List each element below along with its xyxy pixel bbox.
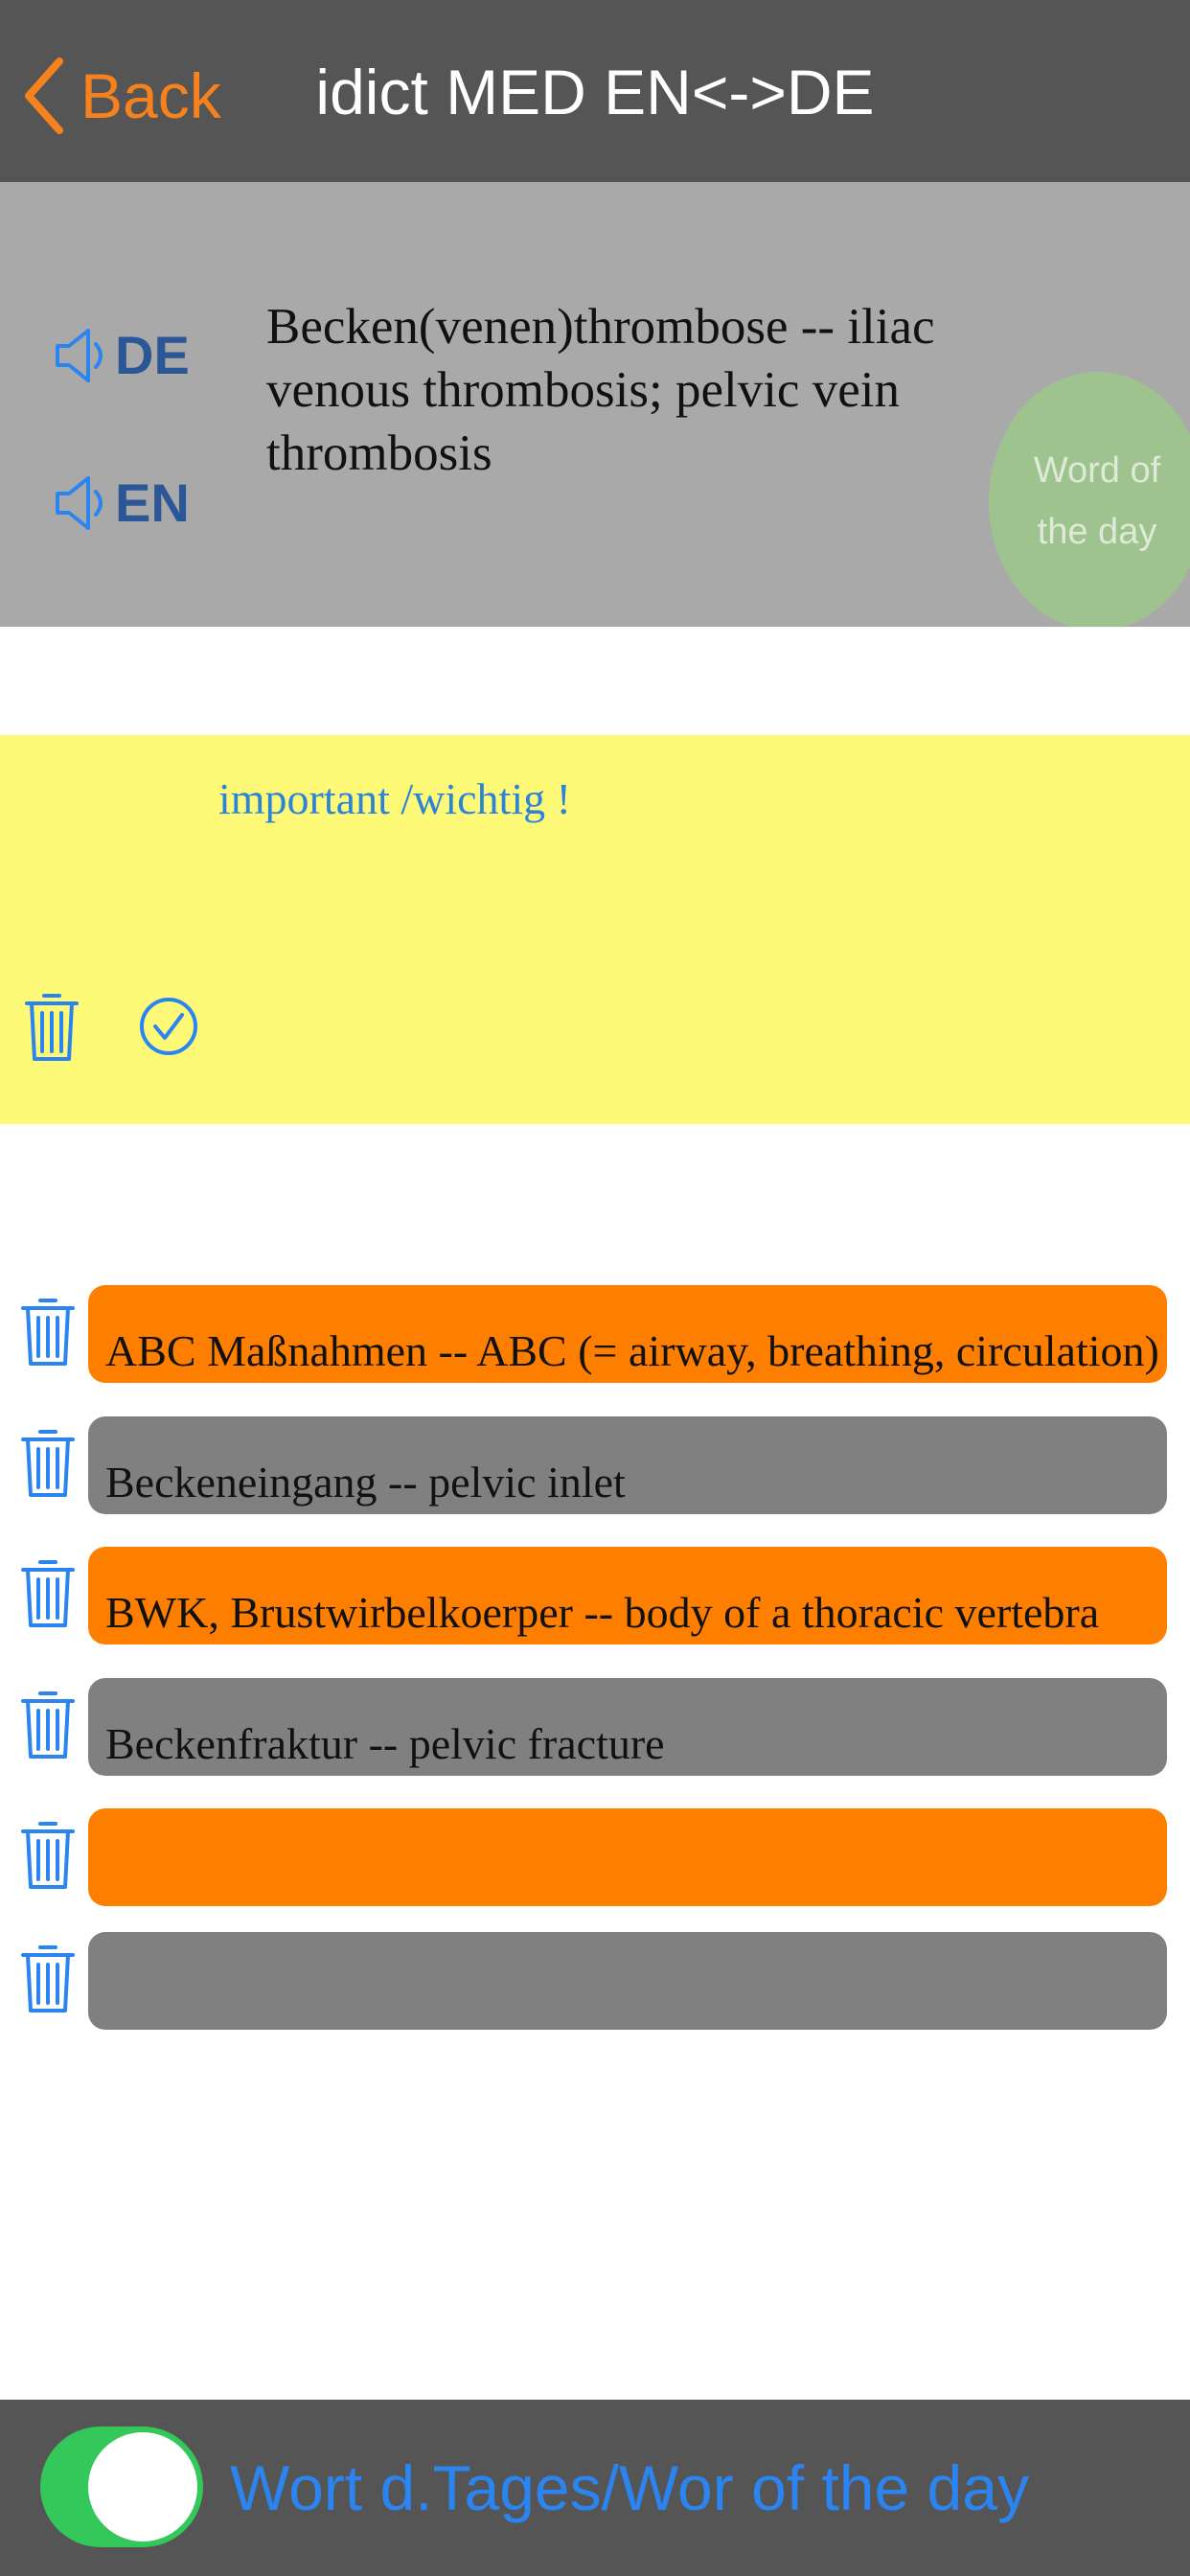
- en-label: EN: [115, 472, 190, 533]
- bottom-bar: Wort d.Tages/Wor of the day: [0, 2400, 1190, 2576]
- speaker-icon: [56, 475, 103, 530]
- history-item-text: Beckeneingang -- pelvic inlet: [105, 1458, 626, 1506]
- trash-icon: [21, 1822, 75, 1889]
- word-translation: Becken(venen)thrombose -- iliac venous t…: [266, 299, 935, 481]
- history-item[interactable]: BWK, Brustwirbelkoerper -- body of a tho…: [88, 1547, 1167, 1644]
- speak-en-button[interactable]: EN: [54, 472, 190, 534]
- navigation-bar: Back idict MED EN<->DE: [0, 0, 1190, 182]
- trash-icon: [21, 1430, 75, 1497]
- word-of-the-day-toggle-label[interactable]: Wort d.Tages/Wor of the day: [230, 2451, 1029, 2524]
- history-item-text: Beckenfraktur -- pelvic fracture: [105, 1719, 665, 1768]
- history-item[interactable]: ABC Maßnahmen -- ABC (= airway, breathin…: [88, 1285, 1167, 1383]
- history-item[interactable]: [88, 1932, 1167, 2030]
- history-item-text: ABC Maßnahmen -- ABC (= airway, breathin…: [105, 1326, 1167, 1375]
- trash-icon: [21, 1945, 75, 2012]
- page-title: idict MED EN<->DE: [315, 57, 875, 127]
- word-of-the-day-badge[interactable]: Word of the day: [989, 372, 1190, 627]
- confirm-note-button[interactable]: [138, 996, 199, 1062]
- delete-history-item-button[interactable]: [21, 1818, 75, 1896]
- delete-history-item-button[interactable]: [21, 1295, 75, 1372]
- word-panel: DE EN Becken(venen)thrombose -- iliac ve…: [0, 182, 1190, 627]
- checkmark-circle-icon: [140, 998, 197, 1055]
- history-item[interactable]: Beckenfraktur -- pelvic fracture: [88, 1678, 1167, 1776]
- badge-label: Word of the day: [1033, 450, 1161, 552]
- history-item[interactable]: Beckeneingang -- pelvic inlet: [88, 1416, 1167, 1514]
- delete-history-item-button[interactable]: [21, 1688, 75, 1765]
- trash-icon: [21, 1299, 75, 1366]
- trash-icon: [21, 1691, 75, 1759]
- trash-icon: [21, 1560, 75, 1627]
- delete-note-button[interactable]: [25, 990, 79, 1068]
- toggle-knob: [88, 2432, 197, 2542]
- delete-history-item-button[interactable]: [21, 1942, 75, 2019]
- history-item[interactable]: [88, 1808, 1167, 1906]
- speak-de-button[interactable]: DE: [54, 324, 190, 386]
- delete-history-item-button[interactable]: [21, 1556, 75, 1634]
- delete-history-item-button[interactable]: [21, 1426, 75, 1504]
- note-text[interactable]: important /wichtig !: [218, 773, 571, 824]
- note-panel: important /wichtig !: [0, 735, 1190, 1124]
- history-item-text: BWK, Brustwirbelkoerper -- body of a tho…: [105, 1588, 1100, 1637]
- trash-icon: [25, 994, 79, 1061]
- speaker-icon: [56, 328, 103, 382]
- de-label: DE: [115, 325, 190, 385]
- word-of-the-day-toggle[interactable]: [40, 2426, 203, 2547]
